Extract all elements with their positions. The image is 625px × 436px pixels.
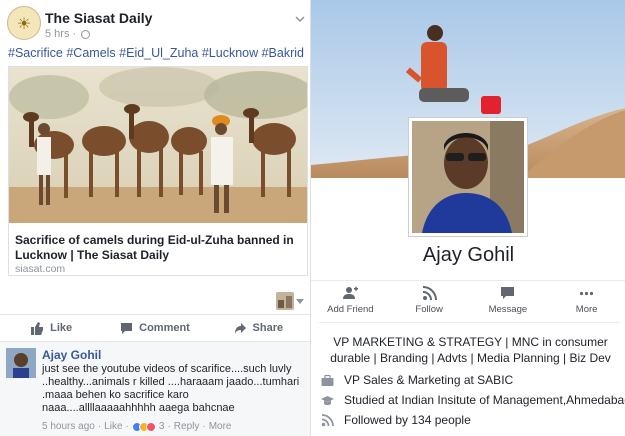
add-friend-button[interactable]: Add Friend: [311, 281, 390, 320]
more-label: More: [575, 304, 598, 315]
like-button[interactable]: Like: [0, 315, 103, 341]
follow-label: Follow: [415, 304, 443, 315]
follow-button[interactable]: Follow: [390, 281, 469, 320]
rss-follow-icon: [422, 286, 437, 301]
sun-logo-icon: ☀: [16, 13, 32, 33]
link-preview-image: [9, 67, 307, 223]
divider: [319, 322, 619, 323]
comment-meta: 5 hours ago · Like · 3 · Reply · More: [42, 421, 232, 432]
like-label: Like: [50, 322, 73, 334]
profile-action-bar: Add Friend Follow Message More: [311, 280, 625, 320]
comment-icon: [121, 322, 133, 334]
comment-like-link[interactable]: Like: [104, 421, 122, 432]
link-title[interactable]: Sacrifice of camels during Eid-ul-Zuha b…: [15, 233, 305, 263]
work-text[interactable]: VP Sales & Marketing at SABIC: [344, 373, 513, 387]
love-reaction-icon: [145, 421, 156, 432]
post-header: ☀ The Siasat Daily 5 hrs ·: [7, 6, 307, 42]
rss-followers-icon: [321, 413, 334, 426]
page-name-link[interactable]: The Siasat Daily: [45, 10, 152, 26]
message-button[interactable]: Message: [469, 281, 548, 320]
reaction-dropdown-icon[interactable]: [296, 299, 304, 304]
separator: ·: [202, 421, 206, 432]
briefcase-icon: [321, 374, 334, 386]
meta-separator: ·: [72, 28, 77, 40]
message-icon: [501, 287, 515, 299]
post-hashtags[interactable]: #Sacrifice #Camels #Eid_Ul_Zuha #Lucknow…: [8, 46, 304, 60]
separator: ·: [97, 421, 102, 432]
post-meta: 5 hrs ·: [45, 28, 91, 40]
add-friend-label: Add Friend: [327, 304, 374, 315]
link-preview-card[interactable]: Sacrifice of camels during Eid-ul-Zuha b…: [8, 66, 308, 276]
education-info-row: Studied at Indian Insitute of Management…: [321, 392, 625, 408]
graduation-cap-icon: [321, 395, 334, 405]
chevron-down-icon[interactable]: [295, 14, 305, 24]
profile-headline: VP MARKETING & STRATEGY | MNC in consume…: [330, 335, 611, 365]
comment-text: just see the youtube videos of scarifice…: [42, 363, 300, 414]
comment-label: Comment: [139, 322, 190, 334]
comment-reactions[interactable]: [131, 421, 156, 432]
link-domain: siasat.com: [15, 263, 66, 275]
more-link[interactable]: More: [209, 421, 232, 432]
page-avatar[interactable]: ☀: [7, 6, 41, 40]
followers-info-row: Followed by 134 people: [321, 412, 471, 428]
comment-time[interactable]: 5 hours ago: [42, 421, 95, 432]
followers-text[interactable]: Followed by 134 people: [344, 413, 471, 427]
reaction-count: 3: [158, 421, 165, 432]
reaction-avatar[interactable]: [276, 292, 294, 310]
post-time[interactable]: 5 hrs: [45, 28, 69, 40]
share-button[interactable]: Share: [207, 315, 310, 341]
profile-panel: Ajay Gohil Add Friend Follow Message Mor…: [310, 0, 625, 436]
comment-avatar[interactable]: [6, 348, 36, 378]
profile-name: Ajay Gohil: [422, 244, 515, 266]
add-friend-icon: [342, 286, 358, 299]
share-arrow-icon: [234, 322, 246, 334]
separator: ·: [167, 421, 171, 432]
share-label: Share: [252, 322, 284, 334]
reply-link[interactable]: Reply: [174, 421, 200, 432]
separator: ·: [125, 421, 129, 432]
thumbs-up-icon: [31, 321, 44, 335]
comment-item: Ajay Gohil just see the youtube videos o…: [0, 342, 310, 436]
comment-button[interactable]: Comment: [103, 315, 206, 341]
message-label: Message: [488, 304, 528, 315]
education-text[interactable]: Studied at Indian Insitute of Management…: [344, 393, 625, 407]
news-feed-post: ☀ The Siasat Daily 5 hrs · #Sacrifice #C…: [0, 0, 310, 436]
post-action-bar: Like Comment Share: [0, 314, 310, 342]
more-button[interactable]: More: [547, 281, 625, 320]
more-dots-icon: [580, 291, 594, 296]
work-info-row: VP Sales & Marketing at SABIC: [321, 372, 513, 388]
globe-icon: [81, 29, 91, 39]
profile-picture[interactable]: [409, 118, 527, 236]
comment-author[interactable]: Ajay Gohil: [42, 348, 101, 362]
